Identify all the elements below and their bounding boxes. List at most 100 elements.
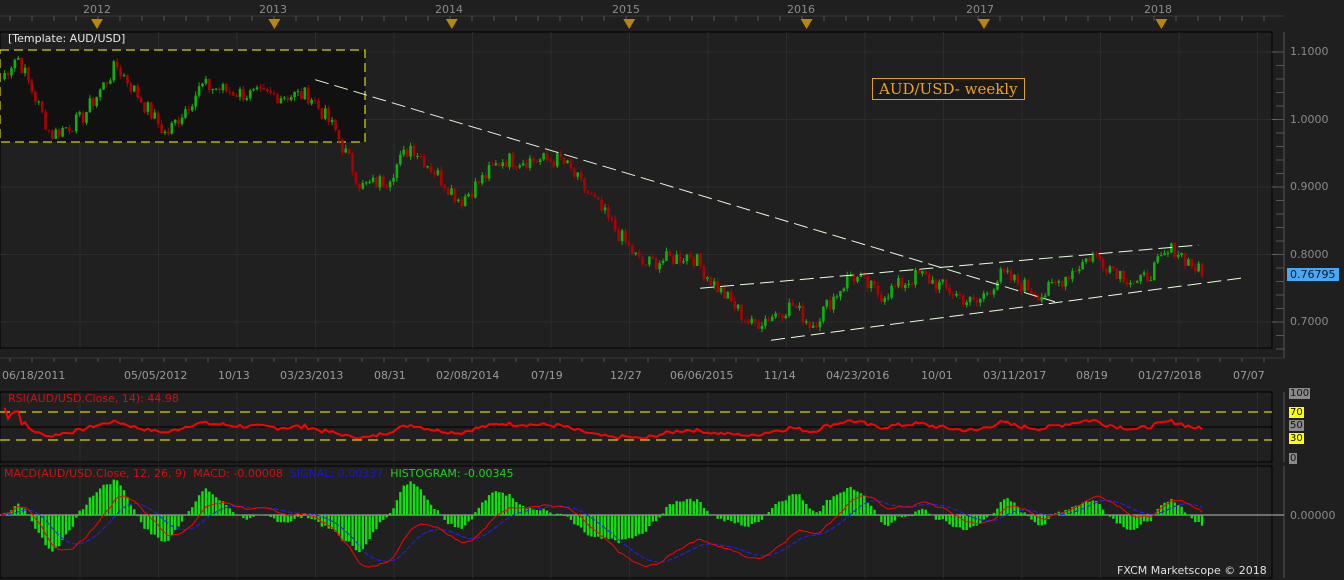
candle bbox=[668, 251, 672, 257]
candle bbox=[354, 172, 358, 184]
year-label: 2014 bbox=[435, 3, 463, 16]
price-tick: 1.1000 bbox=[1290, 45, 1329, 58]
date-tick: 01/27/2018 bbox=[1138, 369, 1202, 382]
candle bbox=[866, 276, 870, 289]
candle bbox=[549, 159, 552, 162]
candle bbox=[1016, 274, 1020, 284]
candle bbox=[627, 242, 631, 246]
candle bbox=[1057, 281, 1061, 283]
candle bbox=[828, 300, 832, 310]
candle bbox=[34, 91, 37, 102]
candle bbox=[637, 252, 641, 257]
date-tick: 03/23/2013 bbox=[280, 369, 344, 382]
candle bbox=[927, 274, 931, 284]
candle bbox=[112, 61, 116, 81]
candle bbox=[1043, 295, 1047, 298]
price-tick: 0.9000 bbox=[1290, 180, 1329, 193]
candle bbox=[460, 199, 464, 207]
candle bbox=[931, 280, 934, 284]
candle bbox=[883, 297, 887, 302]
candle bbox=[641, 256, 644, 265]
candle bbox=[1040, 297, 1044, 301]
candle bbox=[996, 281, 999, 290]
candle bbox=[961, 295, 965, 305]
candle bbox=[596, 197, 600, 200]
date-tick: 06/06/2015 bbox=[670, 369, 734, 382]
candle bbox=[426, 166, 429, 168]
price-tick: 1.0000 bbox=[1290, 112, 1329, 126]
candle bbox=[16, 57, 20, 60]
candle bbox=[579, 172, 583, 179]
candle bbox=[1009, 270, 1013, 281]
year-marker-icon bbox=[623, 19, 636, 29]
footer-copyright: FXCM Marketscope © 2018 bbox=[1117, 564, 1267, 577]
candle bbox=[675, 254, 678, 265]
date-tick: 11/14 bbox=[764, 369, 796, 382]
candle bbox=[399, 154, 402, 165]
candle bbox=[968, 296, 972, 303]
candle bbox=[709, 277, 713, 286]
candle bbox=[972, 296, 975, 301]
candle bbox=[453, 188, 457, 202]
candle bbox=[692, 257, 696, 266]
candle bbox=[10, 68, 13, 76]
candle bbox=[955, 293, 958, 296]
macd-value: MACD: -0.00008 bbox=[193, 467, 283, 480]
candle bbox=[552, 161, 556, 167]
candle bbox=[463, 196, 467, 207]
candle bbox=[167, 131, 170, 134]
candle bbox=[610, 217, 614, 220]
candle bbox=[388, 181, 392, 188]
candle bbox=[648, 256, 651, 265]
candle bbox=[736, 304, 740, 309]
candle bbox=[1071, 270, 1074, 280]
candle bbox=[197, 86, 201, 96]
candle bbox=[378, 176, 382, 188]
candle bbox=[204, 78, 208, 84]
price-tick: 0.7000 bbox=[1290, 315, 1329, 328]
candle bbox=[1088, 258, 1091, 262]
candle bbox=[122, 75, 126, 77]
candle bbox=[190, 106, 194, 111]
candle bbox=[1197, 263, 1200, 272]
candle bbox=[184, 109, 187, 118]
candle bbox=[262, 87, 266, 90]
candle bbox=[409, 145, 412, 157]
candle bbox=[279, 98, 283, 104]
candle bbox=[845, 275, 849, 289]
candle bbox=[327, 108, 331, 123]
candle bbox=[132, 85, 136, 92]
candle bbox=[706, 277, 709, 280]
candle bbox=[20, 57, 23, 74]
candle bbox=[719, 287, 723, 293]
candle bbox=[57, 129, 61, 137]
candle bbox=[385, 186, 389, 188]
year-marker-icon bbox=[445, 19, 458, 29]
candle bbox=[1098, 254, 1102, 260]
date-tick: 08/19 bbox=[1076, 369, 1108, 382]
candle bbox=[631, 245, 634, 255]
candle bbox=[999, 268, 1003, 282]
year-label: 2016 bbox=[787, 3, 815, 16]
candle bbox=[439, 170, 443, 186]
candle bbox=[330, 119, 334, 123]
candle bbox=[924, 271, 928, 275]
candle bbox=[603, 207, 607, 211]
candle bbox=[979, 298, 982, 303]
candle bbox=[102, 82, 105, 90]
candle bbox=[777, 313, 781, 315]
candle bbox=[1002, 268, 1006, 272]
candle bbox=[852, 275, 856, 282]
candle bbox=[815, 325, 818, 328]
macd-title: MACD(AUD/USD.Close, 12, 26, 9) MACD: -0.… bbox=[4, 467, 514, 480]
candle bbox=[484, 175, 487, 179]
candle bbox=[358, 183, 361, 189]
candle bbox=[344, 148, 348, 153]
candle bbox=[781, 314, 784, 319]
candle bbox=[1115, 269, 1119, 280]
candle bbox=[248, 90, 252, 99]
candle bbox=[368, 182, 371, 184]
date-tick: 02/08/2014 bbox=[436, 369, 500, 382]
candle bbox=[177, 119, 180, 124]
candle bbox=[40, 101, 44, 112]
